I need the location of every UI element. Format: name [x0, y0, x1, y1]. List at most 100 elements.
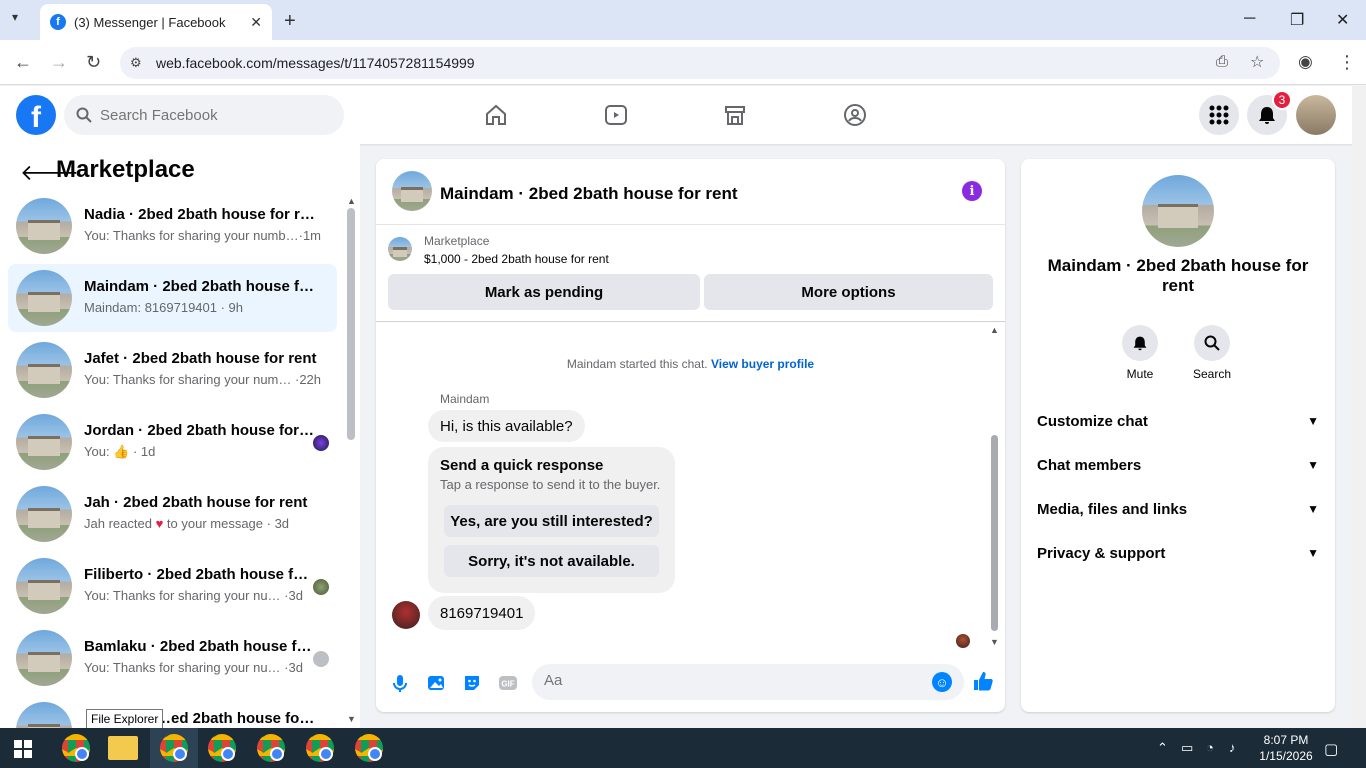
chrome-taskbar-icon[interactable]	[208, 734, 236, 762]
chrome-taskbar-icon[interactable]	[62, 734, 90, 762]
listing-thumbnail	[16, 198, 72, 254]
video-icon[interactable]	[604, 103, 628, 127]
seen-avatar	[313, 435, 329, 451]
browser-menu-icon[interactable]: ⋮	[1338, 52, 1356, 73]
site-info-icon[interactable]: ⚙	[130, 55, 142, 71]
facebook-logo-icon[interactable]: f	[16, 95, 56, 135]
new-tab-icon[interactable]: +	[284, 10, 296, 33]
search-label: Search	[1192, 367, 1232, 381]
tray-chevron-icon[interactable]: ⌃	[1157, 740, 1168, 756]
close-tab-icon[interactable]: ✕	[250, 14, 262, 31]
windows-taskbar: ⌃ ▭ ◔ ♪ 8:07 PM 1/15/2026 ▢	[0, 728, 1366, 768]
scroll-up-icon[interactable]: ▲	[347, 196, 356, 206]
notifications-center-icon[interactable]: ▢	[1324, 740, 1338, 758]
tab-search-icon[interactable]: ▾	[12, 10, 18, 24]
clock[interactable]: 8:07 PM 1/15/2026	[1256, 732, 1316, 764]
scroll-up-icon[interactable]: ▲	[990, 325, 999, 335]
chat-header: Maindam · 2bed 2bath house for rent i	[376, 159, 1005, 225]
sidebar-scrollbar[interactable]	[347, 208, 355, 440]
conversation-name: Jafet · 2bed 2bath house for rent	[84, 350, 317, 367]
chevron-down-icon: ▼	[1307, 458, 1319, 472]
conversation-item[interactable]: Jordan · 2bed 2bath house for… You: 👍 · …	[8, 408, 337, 476]
conversation-item-active[interactable]: Maindam · 2bed 2bath house fo… Maindam: …	[8, 264, 337, 332]
more-options-button[interactable]: More options	[704, 274, 993, 310]
mute-action[interactable]: Mute	[1110, 325, 1170, 381]
info-thumbnail[interactable]	[1142, 175, 1214, 247]
chat-thumbnail[interactable]	[392, 171, 432, 211]
minimize-icon[interactable]: ─	[1244, 10, 1255, 28]
row-label: Media, files and links	[1037, 500, 1188, 518]
search-input[interactable]	[100, 106, 320, 124]
chrome-taskbar-icon[interactable]	[355, 734, 383, 762]
conversation-item[interactable]: Jah · 2bed 2bath house for rent Jah reac…	[8, 480, 337, 548]
message-composer[interactable]: ☺	[532, 664, 964, 700]
conversation-item[interactable]: Filiberto · 2bed 2bath house f… You: Tha…	[8, 552, 337, 620]
install-app-icon[interactable]: ⎙	[1216, 53, 1228, 70]
chrome-taskbar-icon[interactable]	[257, 734, 285, 762]
quick-response-title: Send a quick response	[440, 457, 604, 474]
bookmark-star-icon[interactable]: ☆	[1250, 52, 1264, 72]
menu-grid-button[interactable]	[1199, 95, 1239, 135]
gif-icon[interactable]: GIF	[498, 673, 518, 693]
marketplace-icon[interactable]	[723, 103, 747, 127]
info-icon[interactable]: i	[962, 181, 982, 201]
conversation-name: …ed 2bath house fo…	[156, 710, 315, 727]
page-scrollbar[interactable]	[1352, 86, 1366, 728]
conversation-item[interactable]: Bamlaku · 2bed 2bath house f… You: Thank…	[8, 624, 337, 692]
url-field[interactable]: ⚙ web.facebook.com/messages/t/1174057281…	[120, 47, 1280, 79]
thumbs-up-icon[interactable]	[972, 670, 994, 692]
quick-response-yes-button[interactable]: Yes, are you still interested?	[444, 505, 659, 537]
account-avatar[interactable]	[1296, 95, 1336, 135]
quick-response-subtitle: Tap a response to send it to the buyer.	[440, 477, 661, 492]
marketplace-sidebar: 🡐 Marketplace Nadia · 2bed 2bath house f…	[0, 144, 360, 728]
message-input[interactable]	[544, 672, 924, 689]
chevron-down-icon: ▼	[1307, 546, 1319, 560]
conversation-item[interactable]: Jafet · 2bed 2bath house for rent You: T…	[8, 336, 337, 404]
back-icon[interactable]: ←	[14, 52, 32, 73]
chrome-taskbar-icon[interactable]	[160, 734, 188, 762]
media-files-links-row[interactable]: Media, files and links ▼	[1037, 497, 1319, 521]
quick-response-no-button[interactable]: Sorry, it's not available.	[444, 545, 659, 577]
groups-icon[interactable]	[843, 103, 867, 127]
home-icon[interactable]	[484, 103, 508, 127]
conversation-snippet: You: Thanks for sharing your nu… ·3d	[84, 588, 303, 603]
chat-title[interactable]: Maindam · 2bed 2bath house for rent	[440, 184, 738, 204]
windows-start-icon[interactable]	[14, 740, 32, 758]
close-window-icon[interactable]: ✕	[1336, 10, 1349, 30]
buyer-avatar[interactable]	[392, 601, 420, 629]
profile-icon[interactable]: ◉	[1298, 52, 1313, 72]
emoji-icon[interactable]: ☺	[932, 672, 952, 692]
scroll-down-icon[interactable]: ▼	[990, 637, 999, 647]
conversation-item[interactable]: …ed 2bath house fo…	[8, 696, 337, 728]
sticker-icon[interactable]	[462, 673, 482, 693]
mark-pending-button[interactable]: Mark as pending	[388, 274, 700, 310]
maximize-icon[interactable]: ❐	[1290, 10, 1304, 30]
file-explorer-taskbar-icon[interactable]	[108, 736, 138, 760]
reload-icon[interactable]: ↻	[86, 52, 101, 73]
scroll-down-icon[interactable]: ▼	[347, 714, 356, 724]
microphone-icon[interactable]	[390, 673, 410, 693]
search-box[interactable]	[64, 95, 344, 135]
conversation-item[interactable]: Nadia · 2bed 2bath house for rent You: T…	[8, 192, 337, 260]
chat-members-row[interactable]: Chat members ▼	[1037, 453, 1319, 477]
privacy-support-row[interactable]: Privacy & support ▼	[1037, 541, 1319, 565]
search-action[interactable]: Search	[1182, 325, 1242, 381]
chrome-taskbar-icon[interactable]	[306, 734, 334, 762]
view-buyer-profile-link[interactable]: View buyer profile	[711, 357, 814, 371]
chevron-down-icon: ▼	[1307, 414, 1319, 428]
listing-thumbnail	[388, 237, 412, 261]
battery-icon[interactable]: ▭	[1181, 740, 1193, 756]
messages-scrollbar[interactable]	[991, 435, 998, 631]
chat-started-notice: Maindam started this chat. View buyer pr…	[376, 357, 1005, 371]
facebook-header: f 3	[0, 86, 1352, 144]
wifi-icon[interactable]: ◔	[1206, 740, 1214, 755]
browser-tab[interactable]: f (3) Messenger | Facebook ✕	[40, 4, 272, 40]
conversation-snippet: You: Thanks for sharing your numb…·1m	[84, 228, 322, 243]
listing-thumbnail	[16, 486, 72, 542]
forward-icon[interactable]: →	[50, 52, 68, 73]
tooltip: File Explorer	[86, 709, 164, 728]
info-title: Maindam · 2bed 2bath house for rent	[1047, 256, 1309, 295]
volume-icon[interactable]: ♪	[1229, 740, 1236, 755]
customize-chat-row[interactable]: Customize chat ▼	[1037, 409, 1319, 433]
photo-icon[interactable]	[426, 673, 446, 693]
